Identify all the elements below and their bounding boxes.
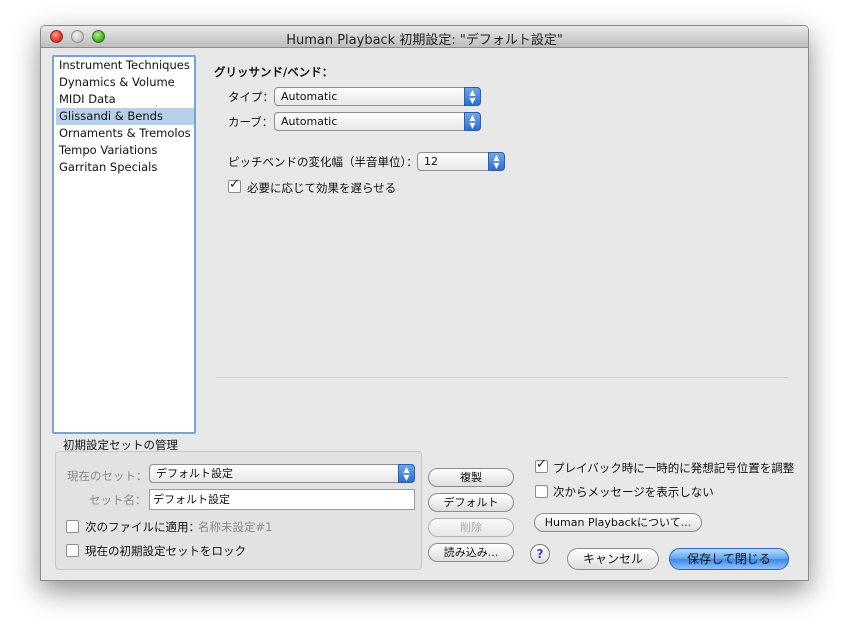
about-human-playback-button[interactable]: Human Playbackについて... (534, 513, 702, 532)
no-message-checkbox[interactable] (535, 485, 548, 498)
checkmark-icon: ✓ (229, 177, 240, 192)
category-item-midi-data[interactable]: MIDI Data (56, 91, 194, 108)
apply-file-name: 名称未設定#1 (198, 520, 273, 534)
current-set-value: デフォルト設定 (156, 467, 233, 480)
no-message-label: 次からメッセージを表示しない (553, 485, 714, 499)
popup-arrows-icon: ▲ ▼ (488, 152, 505, 171)
checkmark-icon: ✓ (536, 457, 547, 472)
preferences-window: Human Playback 初期設定: "デフォルト設定" Instrumen… (40, 25, 809, 581)
delay-checkbox[interactable]: ✓ (228, 177, 241, 193)
window-title: Human Playback 初期設定: "デフォルト設定" (286, 33, 563, 48)
popup-arrows-icon: ▲ ▼ (398, 464, 415, 483)
category-item-glissandi-bends[interactable]: Glissandi & Bends (56, 108, 194, 125)
adjust-expressions-label: プレイバック時に一時的に発想記号位置を調整 (553, 461, 795, 475)
section-heading: グリッサンド/ベンド： (214, 65, 334, 79)
apply-file-checkbox[interactable] (66, 520, 79, 533)
lock-set-label: 現在の初期設定セットをロック (85, 544, 246, 558)
category-item-dynamics-volume[interactable]: Dynamics & Volume (56, 74, 194, 91)
curve-popup[interactable]: Automatic ▲ ▼ (274, 112, 481, 131)
pitchbend-popup[interactable]: 12 ▲ ▼ (417, 152, 505, 171)
category-item-instrument-techniques[interactable]: Instrument Techniques (56, 57, 194, 74)
default-button[interactable]: デフォルト (428, 493, 514, 512)
pitchbend-popup-value: 12 (424, 155, 438, 168)
cancel-button[interactable]: キャンセル (567, 548, 659, 570)
set-name-field[interactable]: デフォルト設定 (149, 489, 415, 510)
save-close-button[interactable]: 保存して閉じる (669, 548, 789, 570)
category-item-ornaments-tremolos[interactable]: Ornaments & Tremolos (56, 125, 194, 142)
popup-arrows-icon: ▲ ▼ (464, 87, 481, 106)
pitchbend-label: ピッチベンドの変化幅（半音単位）： (228, 155, 418, 169)
type-popup-value: Automatic (281, 90, 338, 103)
category-item-garritan-specials[interactable]: Garritan Specials (56, 159, 194, 176)
curve-popup-value: Automatic (281, 115, 338, 128)
type-popup[interactable]: Automatic ▲ ▼ (274, 87, 481, 106)
delete-button[interactable]: 削除 (428, 518, 514, 537)
current-set-popup[interactable]: デフォルト設定 ▲ ▼ (149, 464, 415, 483)
load-button[interactable]: 読み込み... (428, 543, 514, 562)
type-label: タイプ： (228, 90, 274, 104)
help-icon[interactable]: ? (530, 544, 550, 564)
lock-set-checkbox[interactable] (66, 544, 79, 557)
duplicate-button[interactable]: 複製 (428, 468, 514, 487)
adjust-expressions-checkbox[interactable]: ✓ (535, 457, 548, 473)
curve-label: カーブ： (228, 115, 274, 129)
category-list[interactable]: Instrument Techniques Dynamics & Volume … (52, 55, 196, 434)
delay-label: 必要に応じて効果を遅らせる (247, 181, 397, 195)
panel-divider (216, 377, 788, 378)
current-set-label: 現在のセット： (67, 469, 148, 483)
apply-file-label: 次のファイルに適用： (85, 520, 200, 534)
set-name-label: セット名： (89, 493, 147, 507)
popup-arrows-icon: ▲ ▼ (464, 112, 481, 131)
category-item-tempo-variations[interactable]: Tempo Variations (56, 142, 194, 159)
title-bar[interactable]: Human Playback 初期設定: "デフォルト設定" (41, 26, 808, 48)
